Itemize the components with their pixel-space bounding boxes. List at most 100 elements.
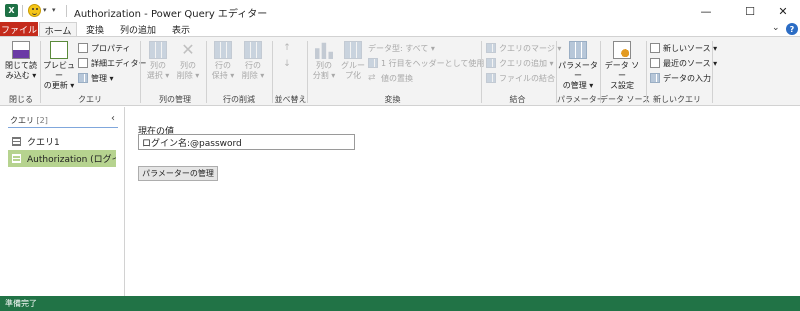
close-button[interactable]: ✕ — [766, 0, 800, 22]
button-label: 新しいソース ▾ — [663, 43, 718, 53]
divider — [481, 41, 482, 103]
recent-sources-icon — [650, 58, 660, 68]
recent-sources-button[interactable]: 最近のソース ▾ — [650, 57, 717, 69]
ribbon-collapse-icon[interactable]: ⌄ — [772, 23, 780, 33]
current-value-input[interactable] — [138, 134, 355, 150]
queries-pane: クエリ [2] ‹ クエリ1 Authorization (ログイ... — [0, 107, 125, 296]
query-item-label: Authorization (ログイ... — [27, 155, 116, 165]
tab-view[interactable]: 表示 — [165, 22, 197, 37]
help-icon[interactable]: ? — [786, 23, 798, 35]
parameter-view: 現在の値 パラメーターの管理 — [126, 107, 800, 296]
button-label: 1 行目をヘッダーとして使用 ▾ — [381, 58, 491, 68]
group-by-icon — [344, 41, 362, 59]
group-label-combine: 結合 — [509, 95, 526, 104]
feedback-smiley-icon[interactable] — [28, 4, 41, 17]
advanced-editor-button[interactable]: 詳細エディター — [78, 57, 146, 69]
use-first-row-as-headers-button[interactable]: 1 行目をヘッダーとして使用 ▾ — [368, 57, 491, 69]
refresh-icon — [50, 41, 68, 59]
append-queries-button[interactable]: クエリの追加 ▾ — [486, 57, 554, 69]
sort-ascending-icon: ↑ — [283, 43, 291, 53]
button-label: の更新 ▾ — [43, 81, 75, 90]
queries-pane-title: クエリ — [10, 116, 34, 125]
split-column-button[interactable]: 列の 分割 ▾ — [309, 41, 339, 81]
data-type-dropdown[interactable]: データ型: すべて ▾ — [368, 42, 435, 54]
split-column-icon — [315, 42, 333, 59]
ribbon-tabs: ファイル ホーム 変換 列の追加 表示 ⌄ — [0, 22, 800, 37]
button-label: 列の — [150, 61, 166, 70]
button-label: 閉じて読 — [5, 61, 37, 70]
enter-data-button[interactable]: データの入力 — [650, 72, 711, 84]
enter-data-icon — [650, 73, 660, 83]
button-label: プ化 — [345, 71, 361, 80]
maximize-button[interactable]: ☐ — [733, 0, 767, 22]
query-item-authorization[interactable]: Authorization (ログイ... — [8, 150, 116, 167]
remove-columns-icon: ✕ — [181, 40, 195, 59]
button-label: 列の — [180, 61, 196, 70]
manage-parameter-button[interactable]: パラメーターの管理 — [138, 166, 218, 181]
button-label: データ型: すべて ▾ — [368, 43, 435, 53]
choose-columns-button[interactable]: 列の 選択 ▾ — [143, 41, 173, 81]
group-label-new-query: 新しいクエリ — [653, 95, 701, 104]
manage-parameters-icon — [569, 41, 587, 59]
queries-count: [2] — [36, 116, 48, 125]
button-label: プレビュー — [43, 61, 75, 80]
minimize-button[interactable]: — — [689, 0, 723, 22]
window-title: Authorization - Power Query エディター — [74, 9, 268, 20]
button-label: 列の — [316, 61, 332, 70]
keep-rows-icon — [214, 41, 232, 59]
close-load-icon — [12, 41, 30, 59]
group-label-reduce-rows: 行の削減 — [223, 95, 255, 104]
button-label: プロパティ — [91, 43, 131, 53]
button-label: グルー — [341, 61, 365, 70]
tab-file[interactable]: ファイル — [0, 22, 38, 37]
close-and-load-button[interactable]: 閉じて読 み込む ▾ — [4, 41, 38, 81]
query-item-label: クエリ1 — [27, 138, 60, 148]
properties-button[interactable]: プロパティ — [78, 42, 131, 54]
button-label: クエリの追加 ▾ — [499, 58, 554, 68]
ribbon: 閉じて読 み込む ▾ 閉じる プレビュー の更新 ▾ プロパティ 詳細エディター… — [0, 36, 800, 106]
collapse-pane-icon[interactable]: ‹ — [111, 113, 115, 124]
advanced-editor-icon — [78, 58, 88, 68]
new-source-button[interactable]: 新しいソース ▾ — [650, 42, 717, 54]
manage-parameters-button[interactable]: パラメーター の管理 ▾ — [558, 41, 598, 91]
manage-button[interactable]: 管理 ▾ — [78, 72, 114, 84]
query-item-query1[interactable]: クエリ1 — [8, 133, 116, 150]
remove-rows-icon — [244, 41, 262, 59]
divider — [40, 41, 41, 103]
data-source-settings-button[interactable]: データ ソー ス設定 — [602, 41, 642, 91]
feedback-dropdown[interactable]: ▾ — [43, 6, 47, 14]
remove-rows-button[interactable]: 行の 削除 ▾ — [238, 41, 268, 81]
sort-ascending-button[interactable]: ↑ — [282, 43, 295, 55]
manage-icon — [78, 73, 88, 83]
button-label: 行の — [215, 61, 231, 70]
replace-values-icon: ⇄ — [368, 73, 376, 83]
group-by-button[interactable]: グルー プ化 — [339, 41, 367, 81]
keep-rows-button[interactable]: 行の 保持 ▾ — [208, 41, 238, 81]
button-label: ファイルの結合 — [499, 73, 555, 83]
quick-access-customize[interactable]: ▾ — [52, 6, 56, 14]
button-label: 詳細エディター — [91, 58, 147, 68]
status-text: 準備完了 — [5, 299, 37, 308]
excel-icon: X — [5, 4, 18, 17]
button-label: 分割 ▾ — [312, 71, 336, 80]
combine-files-button[interactable]: ファイルの結合 — [486, 72, 555, 84]
button-label: 最近のソース ▾ — [663, 58, 718, 68]
replace-values-button[interactable]: ⇄ 値の置換 — [368, 72, 413, 84]
divider — [646, 41, 647, 103]
refresh-preview-button[interactable]: プレビュー の更新 ▾ — [42, 41, 76, 91]
status-bar: 準備完了 — [0, 296, 800, 311]
tab-home[interactable]: ホーム — [39, 22, 77, 37]
group-label-data-source: データ ソース — [600, 95, 651, 104]
tab-add-column[interactable]: 列の追加 — [113, 22, 163, 37]
group-label-manage-columns: 列の管理 — [159, 95, 191, 104]
merge-queries-button[interactable]: クエリのマージ ▾ — [486, 42, 561, 54]
table-icon — [12, 137, 21, 146]
sort-descending-icon: ↓ — [283, 59, 291, 69]
divider — [8, 127, 118, 128]
divider — [206, 41, 207, 103]
remove-columns-button[interactable]: ✕ 列の 削除 ▾ — [173, 41, 203, 81]
headers-icon — [368, 58, 378, 68]
parameter-icon — [12, 154, 21, 163]
tab-transform[interactable]: 変換 — [79, 22, 111, 37]
sort-descending-button[interactable]: ↓ — [282, 59, 295, 71]
